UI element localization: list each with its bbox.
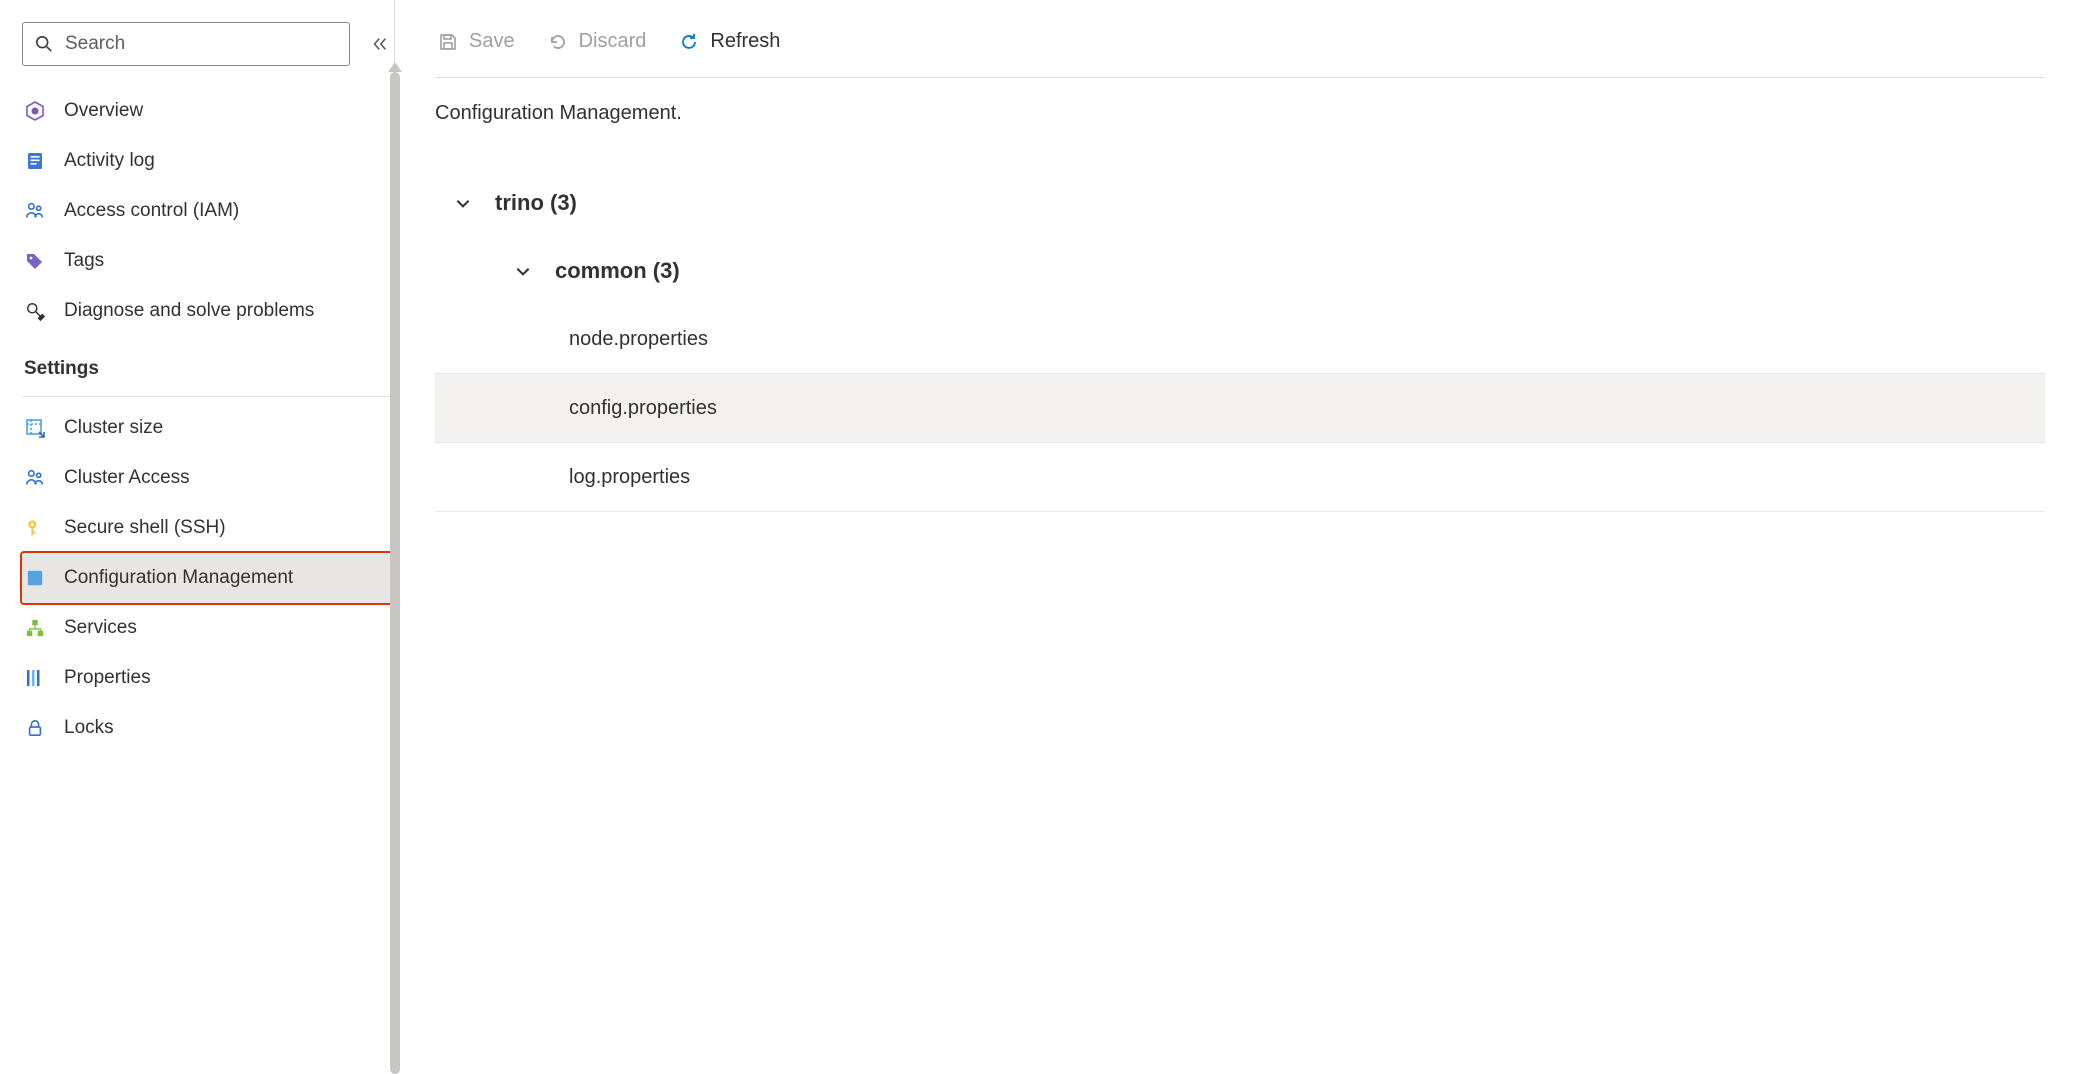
scrollbar[interactable] bbox=[390, 72, 400, 1074]
tree-leaf-config-properties[interactable]: config.properties bbox=[435, 374, 2045, 442]
sidebar-item-configuration-management[interactable]: Configuration Management bbox=[22, 553, 394, 603]
search-icon bbox=[33, 33, 55, 55]
sidebar-item-label: Access control (IAM) bbox=[64, 200, 382, 222]
tree-node-label: common (3) bbox=[555, 258, 680, 284]
tree-leaf-node-properties[interactable]: node.properties bbox=[435, 305, 2045, 373]
sidebar-item-cluster-access[interactable]: Cluster Access bbox=[22, 453, 394, 503]
chevron-down-icon bbox=[513, 262, 533, 280]
chevron-down-icon bbox=[453, 194, 473, 212]
search-input[interactable] bbox=[65, 33, 339, 55]
sidebar-item-label: Activity log bbox=[64, 150, 382, 172]
iam-icon bbox=[24, 200, 46, 222]
discard-button[interactable]: Discard bbox=[545, 26, 649, 57]
main-content: Save Discard Refresh Configuration Manag… bbox=[395, 0, 2085, 1074]
locks-icon bbox=[24, 717, 46, 739]
sidebar-item-properties[interactable]: Properties bbox=[22, 653, 394, 703]
config-tree: trino (3) common (3) node.properties con… bbox=[435, 169, 2045, 512]
sidebar-item-tags[interactable]: Tags bbox=[22, 236, 394, 286]
save-button[interactable]: Save bbox=[435, 26, 517, 57]
activitylog-icon bbox=[24, 150, 46, 172]
save-label: Save bbox=[469, 30, 515, 53]
tree-leaf-log-properties[interactable]: log.properties bbox=[435, 443, 2045, 511]
ssh-icon bbox=[24, 517, 46, 539]
properties-icon bbox=[24, 667, 46, 689]
tags-icon bbox=[24, 250, 46, 272]
overview-icon bbox=[24, 100, 46, 122]
divider bbox=[22, 396, 394, 397]
sidebar-item-activity-log[interactable]: Activity log bbox=[22, 136, 394, 186]
sidebar-item-label: Cluster size bbox=[64, 417, 382, 439]
divider bbox=[435, 511, 2045, 512]
sidebar-item-label: Secure shell (SSH) bbox=[64, 517, 382, 539]
toolbar: Save Discard Refresh bbox=[435, 26, 2045, 78]
sidebar-item-label: Overview bbox=[64, 100, 382, 122]
sidebar-section-settings: Settings bbox=[22, 336, 394, 390]
sidebar-item-label: Tags bbox=[64, 250, 382, 272]
sidebar-item-access-control[interactable]: Access control (IAM) bbox=[22, 186, 394, 236]
tree-node-group[interactable]: common (3) bbox=[435, 237, 2045, 305]
sidebar-item-overview[interactable]: Overview bbox=[22, 86, 394, 136]
discard-label: Discard bbox=[579, 30, 647, 53]
sidebar-item-label: Properties bbox=[64, 667, 382, 689]
sidebar-item-locks[interactable]: Locks bbox=[22, 703, 394, 753]
discard-icon bbox=[547, 31, 569, 53]
sidebar-item-label: Services bbox=[64, 617, 382, 639]
tree-leaf-label: log.properties bbox=[569, 466, 690, 489]
clustersize-icon bbox=[24, 417, 46, 439]
clusteraccess-icon bbox=[24, 467, 46, 489]
sidebar: Overview Activity log Access control ( bbox=[0, 0, 395, 1074]
save-icon bbox=[437, 31, 459, 53]
services-icon bbox=[24, 617, 46, 639]
sidebar-item-label: Configuration Management bbox=[64, 567, 382, 589]
tree-node-root[interactable]: trino (3) bbox=[435, 169, 2045, 237]
sidebar-item-label: Locks bbox=[64, 717, 382, 739]
tree-node-label: trino (3) bbox=[495, 190, 577, 216]
refresh-button[interactable]: Refresh bbox=[676, 26, 782, 57]
refresh-icon bbox=[678, 31, 700, 53]
sidebar-item-cluster-size[interactable]: Cluster size bbox=[22, 403, 394, 453]
sidebar-item-label: Diagnose and solve problems bbox=[64, 300, 382, 322]
page-description: Configuration Management. bbox=[435, 102, 2045, 125]
tree-leaf-label: config.properties bbox=[569, 397, 717, 420]
diagnose-icon bbox=[24, 300, 46, 322]
config-icon bbox=[24, 567, 46, 589]
sidebar-search-box[interactable] bbox=[22, 22, 350, 66]
sidebar-item-label: Cluster Access bbox=[64, 467, 382, 489]
tree-leaf-label: node.properties bbox=[569, 328, 708, 351]
sidebar-search-row bbox=[22, 22, 394, 66]
refresh-label: Refresh bbox=[710, 30, 780, 53]
collapse-sidebar-button[interactable] bbox=[366, 35, 394, 53]
sidebar-item-services[interactable]: Services bbox=[22, 603, 394, 653]
sidebar-item-diagnose[interactable]: Diagnose and solve problems bbox=[22, 286, 394, 336]
sidebar-item-ssh[interactable]: Secure shell (SSH) bbox=[22, 503, 394, 553]
